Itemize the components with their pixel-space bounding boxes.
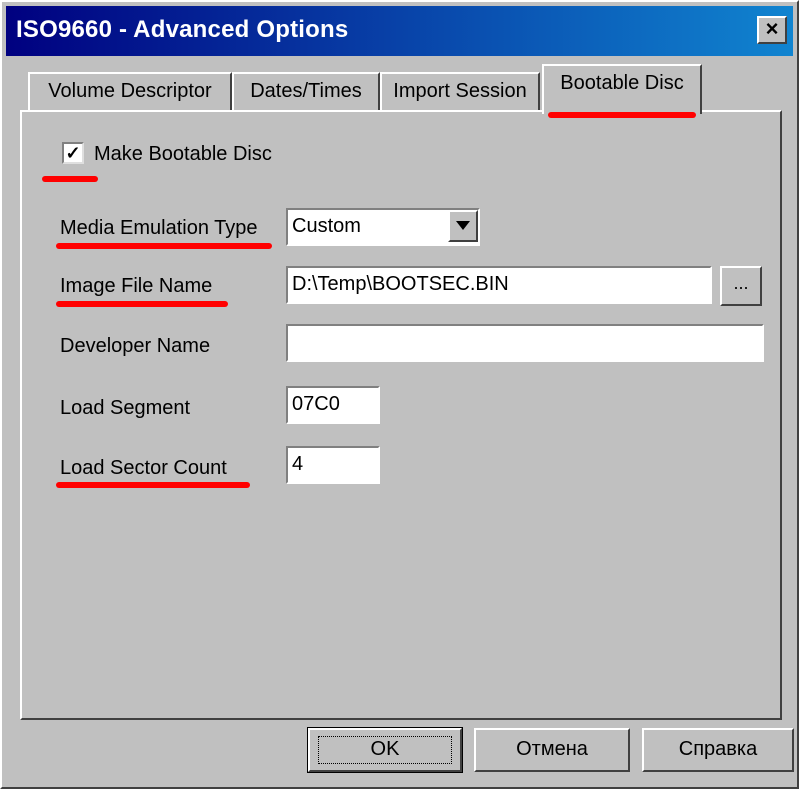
annotation-underline-load-sector-count [56,482,250,488]
tab-import-session[interactable]: Import Session [380,72,540,110]
make-bootable-label: Make Bootable Disc [94,143,272,165]
load-sector-count-value: 4 [292,453,304,475]
ok-button-label: OK [370,738,400,760]
image-file-input[interactable]: D:\Temp\BOOTSEC.BIN [286,266,712,304]
cancel-button[interactable]: Отмена [474,728,630,772]
load-segment-input[interactable]: 07C0 [286,386,380,424]
title-bar[interactable]: ISO9660 - Advanced Options × [6,6,793,56]
image-file-value: D:\Temp\BOOTSEC.BIN [292,273,509,295]
developer-label: Developer Name [60,335,211,357]
annotation-underline-bootable-tab [548,112,696,118]
browse-button[interactable]: ... [720,266,762,306]
make-bootable-checkbox[interactable]: ✓ [62,142,84,164]
ok-button[interactable]: OK [307,727,463,773]
annotation-underline-image-file [56,301,228,307]
help-button[interactable]: Справка [642,728,794,772]
tab-bootable-disc[interactable]: Bootable Disc [542,64,702,114]
close-icon[interactable]: × [757,16,787,44]
load-segment-value: 07C0 [292,393,340,415]
media-emulation-value: Custom [292,215,361,237]
developer-input[interactable] [286,324,764,362]
tab-dates-times[interactable]: Dates/Times [232,72,380,110]
checkbox-check-icon: ✓ [65,143,81,163]
annotation-underline-checkbox [42,176,98,182]
load-sector-count-input[interactable]: 4 [286,446,380,484]
media-emulation-label: Media Emulation Type [60,217,258,239]
tab-bootable-disc-label: Bootable Disc [560,72,684,94]
image-file-label: Image File Name [60,275,213,297]
annotation-underline-media-emulation [56,243,272,249]
dialog-window: ISO9660 - Advanced Options × Volume Desc… [0,0,799,789]
dropdown-arrow-icon[interactable] [448,210,478,242]
tab-volume-descriptor[interactable]: Volume Descriptor [28,72,232,110]
window-title: ISO9660 - Advanced Options [16,16,349,43]
load-segment-label: Load Segment [60,397,191,419]
load-sector-count-label: Load Sector Count [60,457,227,479]
